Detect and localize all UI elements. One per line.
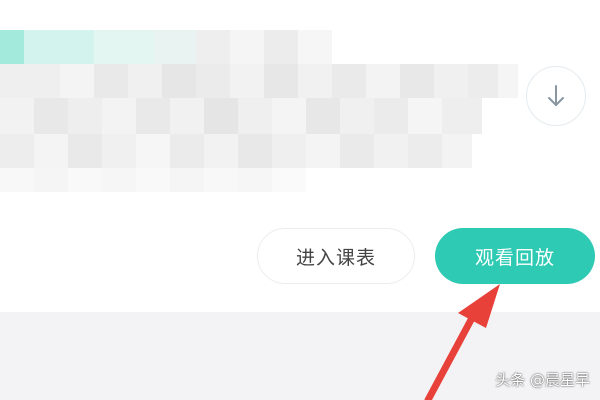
watch-replay-label: 观看回放 bbox=[474, 246, 555, 269]
watch-replay-button[interactable]: 观看回放 bbox=[435, 228, 595, 284]
enter-schedule-button[interactable]: 进入课表 bbox=[257, 228, 415, 284]
download-button[interactable] bbox=[526, 66, 586, 126]
watermark: 头条 @晨星早 bbox=[495, 371, 590, 389]
pixelated-course-info bbox=[0, 0, 600, 230]
enter-schedule-label: 进入课表 bbox=[295, 246, 376, 269]
course-card: 进入课表 观看回放 bbox=[0, 0, 600, 312]
arrow-down-icon bbox=[544, 83, 568, 109]
